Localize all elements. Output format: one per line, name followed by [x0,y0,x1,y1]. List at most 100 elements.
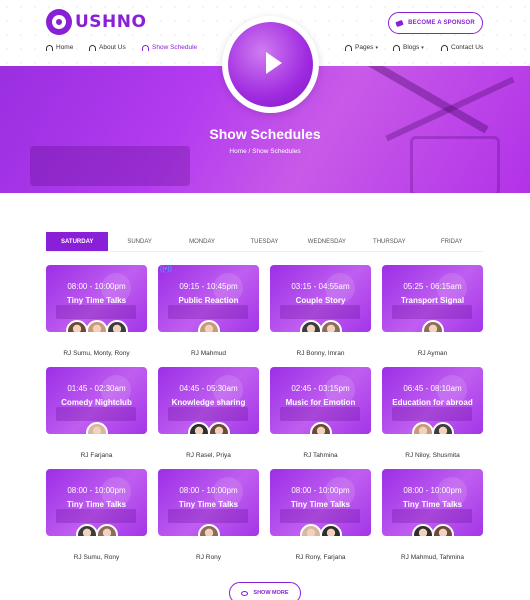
avatar[interactable] [309,422,332,434]
site-logo[interactable]: USHNO [46,9,146,35]
become-sponsor-button[interactable]: BECOME A SPONSOR [388,12,483,34]
show-more-label: SHOW MORE [253,590,289,596]
avatar[interactable] [105,320,128,332]
play-icon [266,52,282,74]
show-time: 08:00 - 10:00pm [403,486,462,495]
avatar[interactable] [411,524,434,536]
nav-blogs[interactable]: Blogs ▾ [393,44,424,51]
nav-contact-us[interactable]: Contact Us [441,44,483,51]
tab-thursday[interactable]: THURSDAY [358,232,420,251]
avatar[interactable] [207,422,230,434]
headphones-icon [46,44,53,51]
schedule-card[interactable]: 08:00 - 10:00pm Tiny Time Talks RJ Rony, F… [270,469,371,561]
hero-decoration [410,136,500,193]
host-names: RJ Mahmud, Tahmina [400,554,465,561]
live-wave-icon: ((•)) [160,266,172,273]
avatar[interactable] [299,320,322,332]
show-title[interactable]: Music for Emotion [270,398,371,407]
avatar[interactable] [197,320,220,332]
show-thumbnail[interactable]: ((•)) 09:15 - 10:45pm Public Reaction [158,265,259,332]
host-names: RJ Farjana [80,452,113,459]
show-thumbnail[interactable]: 08:00 - 10:00pm Tiny Time Talks [46,265,147,332]
avatar[interactable] [65,320,88,332]
avatar[interactable] [187,422,210,434]
nav-show-schedule[interactable]: Show Schedule [142,44,197,51]
avatar[interactable] [299,524,322,536]
show-thumbnail[interactable]: 06:45 - 08:10am Education for abroad [382,367,483,434]
ticket-icon [395,19,404,27]
show-thumbnail[interactable]: 01:45 - 02:30am Comedy Nightclub [46,367,147,434]
schedule-card[interactable]: 08:00 - 10:00pm Tiny Time Talks RJ Mahmud,… [382,469,483,561]
host-avatars [46,320,147,332]
schedule-card[interactable]: 06:45 - 08:10am Education for abroad RJ Ni… [382,367,483,459]
show-more-button[interactable]: SHOW MORE [229,582,301,600]
headphones-icon [393,44,400,51]
schedule-card[interactable]: 08:00 - 10:00pm Tiny Time Talks RJ Rony [158,469,259,561]
host-names: RJ Sumu, Rony [73,554,120,561]
host-avatars [46,524,147,536]
tab-friday[interactable]: FRIDAY [421,232,483,251]
show-time: 05:25 - 06:15am [403,282,462,291]
show-thumbnail[interactable]: 08:00 - 10:00pm Tiny Time Talks [46,469,147,536]
avatar[interactable] [431,422,454,434]
avatar[interactable] [411,422,434,434]
show-title[interactable]: Tiny Time Talks [270,500,371,509]
schedule-card[interactable]: 08:00 - 10:00pm Tiny Time Talks RJ Sumu, M… [46,265,147,357]
avatar[interactable] [75,524,98,536]
show-thumbnail[interactable]: 08:00 - 10:00pm Tiny Time Talks [382,469,483,536]
show-time: 09:15 - 10:45pm [179,282,238,291]
show-time: 03:15 - 04:55am [291,282,350,291]
nav-about-us[interactable]: About Us [89,44,126,51]
show-thumbnail[interactable]: 02:45 - 03:15pm Music for Emotion [270,367,371,434]
avatar[interactable] [85,320,108,332]
show-title[interactable]: Couple Story [270,296,371,305]
show-title[interactable]: Knowledge sharing [158,398,259,407]
show-thumbnail[interactable]: 05:25 - 06:15am Transport Signal [382,265,483,332]
avatar[interactable] [319,524,342,536]
schedule-card[interactable]: 04:45 - 05:30am Knowledge sharing RJ Rasel… [158,367,259,459]
schedule-card[interactable]: 02:45 - 03:15pm Music for Emotion RJ Tahmi… [270,367,371,459]
nav-blogs-label: Blogs [403,44,420,51]
show-title[interactable]: Comedy Nightclub [46,398,147,407]
show-title[interactable]: Tiny Time Talks [46,296,147,305]
schedule-card[interactable]: 05:25 - 06:15am Transport Signal RJ Ayman [382,265,483,357]
show-title[interactable]: Transport Signal [382,296,483,305]
show-time: 04:45 - 05:30am [179,384,238,393]
show-title[interactable]: Public Reaction [158,296,259,305]
show-thumbnail[interactable]: 03:15 - 04:55am Couple Story [270,265,371,332]
tab-monday[interactable]: MONDAY [171,232,233,251]
show-thumbnail[interactable]: 08:00 - 10:00pm Tiny Time Talks [158,469,259,536]
avatar[interactable] [85,422,108,434]
host-names: RJ Bonny, Imran [296,350,345,357]
show-title[interactable]: Tiny Time Talks [382,500,483,509]
schedule-card[interactable]: 08:00 - 10:00pm Tiny Time Talks RJ Sumu, R… [46,469,147,561]
avatar[interactable] [319,320,342,332]
avatar[interactable] [197,524,220,536]
avatar[interactable] [95,524,118,536]
nav-pages[interactable]: Pages ▾ [345,44,378,51]
breadcrumb[interactable]: Home / Show Schedules [0,148,530,155]
show-thumbnail[interactable]: 04:45 - 05:30am Knowledge sharing [158,367,259,434]
avatar[interactable] [421,320,444,332]
show-time: 08:00 - 10:00pm [67,282,126,291]
show-title[interactable]: Tiny Time Talks [46,500,147,509]
host-avatars [158,320,259,332]
tab-wednesday[interactable]: WEDNESDAY [296,232,358,251]
show-thumbnail[interactable]: 08:00 - 10:00pm Tiny Time Talks [270,469,371,536]
nav-contact-label: Contact Us [451,44,484,51]
tab-saturday[interactable]: SATURDAY [46,232,109,251]
show-title[interactable]: Education for abroad [382,398,483,407]
tab-sunday[interactable]: SUNDAY [108,232,170,251]
host-names: RJ Ayman [417,350,448,357]
show-title[interactable]: Tiny Time Talks [158,500,259,509]
tab-tuesday[interactable]: TUESDAY [233,232,295,251]
headphones-icon [89,44,96,51]
play-button[interactable] [222,16,319,113]
schedule-card[interactable]: 01:45 - 02:30am Comedy Nightclub RJ Farjan… [46,367,147,459]
schedule-card[interactable]: ((•)) 09:15 - 10:45pm Public Reaction RJ Ma… [158,265,259,357]
avatar[interactable] [431,524,454,536]
nav-home[interactable]: Home [46,44,73,51]
day-tabs: SATURDAY SUNDAY MONDAY TUESDAY WEDNESDAY… [46,232,483,252]
host-names: RJ Rony [196,554,221,561]
schedule-card[interactable]: 03:15 - 04:55am Couple Story RJ Bonny, Imr… [270,265,371,357]
